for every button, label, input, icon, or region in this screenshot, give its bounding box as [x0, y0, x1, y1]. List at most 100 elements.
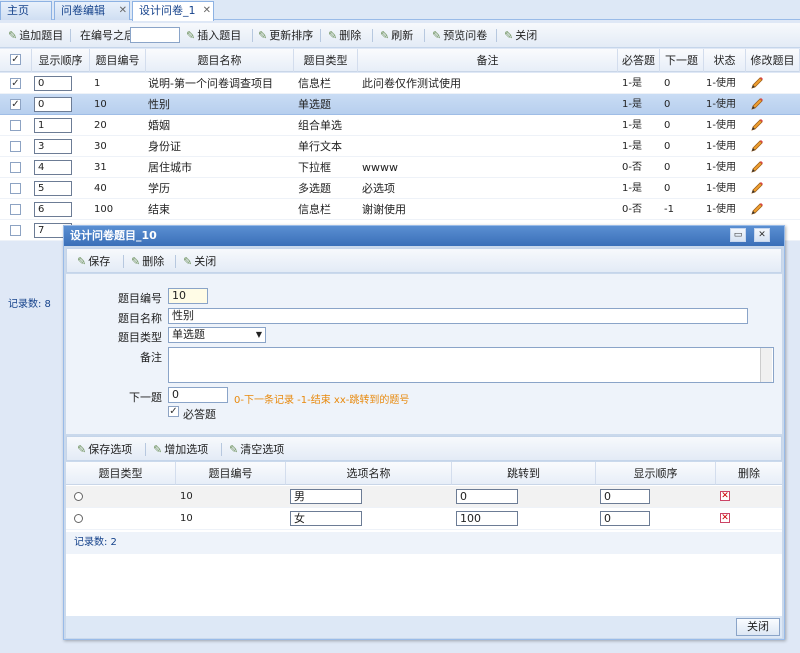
tab-home[interactable]: 主页 — [0, 1, 52, 20]
pencil-icon[interactable] — [750, 75, 764, 91]
cell-next: 0 — [664, 141, 671, 152]
delete-icon[interactable]: ✕ — [720, 491, 730, 501]
note-textarea[interactable] — [168, 347, 774, 383]
cell-num: 1 — [94, 78, 101, 89]
option-radio[interactable] — [74, 514, 83, 523]
header-num[interactable]: 题目编号 — [90, 49, 146, 72]
order-input[interactable]: 0 — [34, 76, 72, 91]
dialog-delete-button[interactable]: ✎ 删除 — [131, 253, 164, 270]
maximize-icon[interactable]: ▭ — [730, 228, 746, 242]
option-jump-input[interactable]: 100 — [456, 511, 518, 526]
dialog-save-button[interactable]: ✎ 保存 — [77, 253, 110, 270]
dialog-close-label: 关闭 — [194, 255, 217, 268]
insert-icon: ✎ — [186, 29, 196, 42]
order-input[interactable]: 4 — [34, 160, 72, 175]
delete-icon: ✎ — [131, 255, 141, 268]
select-all-checkbox[interactable]: ✓ — [10, 54, 21, 65]
table-row[interactable]: ✓ 0 1 说明-第一个问卷调查项目 信息栏 此问卷仅作测试使用 1-是 0 1-使用 — [0, 73, 800, 94]
num-label: 题目编号 — [118, 292, 162, 305]
header-required[interactable]: 必答题 — [618, 49, 660, 72]
dialog-bottom-close-button[interactable]: 关闭 — [736, 618, 780, 636]
dialog-toolbar: ✎ 保存 ✎ 删除 ✎ 关闭 — [66, 248, 782, 273]
pencil-icon[interactable] — [750, 180, 764, 196]
toolbar-divider — [320, 29, 321, 42]
table-row[interactable]: 6 100 结束 信息栏 谢谢使用 0-否 -1 1-使用 — [0, 199, 800, 220]
options-header-delete: 删除 — [716, 462, 782, 485]
option-name-input[interactable]: 男 — [290, 489, 362, 504]
pencil-icon[interactable] — [750, 138, 764, 154]
order-input[interactable]: 0 — [34, 97, 72, 112]
order-input[interactable]: 3 — [34, 139, 72, 154]
required-checkbox[interactable]: ✓ — [168, 406, 179, 417]
preview-label: 预览问卷 — [443, 29, 488, 42]
header-name[interactable]: 题目名称 — [146, 49, 294, 72]
clear-options-button[interactable]: ✎ 清空选项 — [229, 441, 284, 458]
dialog-delete-label: 删除 — [142, 255, 165, 268]
close-icon[interactable]: ✕ — [203, 2, 211, 20]
option-name-input[interactable]: 女 — [290, 511, 362, 526]
cell-type: 下拉框 — [298, 161, 331, 174]
table-row[interactable]: 1 20 婚姻 组合单选 1-是 0 1-使用 — [0, 115, 800, 136]
table-row[interactable]: 4 31 居住城市 下拉框 wwww 0-否 0 1-使用 — [0, 157, 800, 178]
option-jump-input[interactable]: 0 — [456, 489, 518, 504]
cell-type: 多选题 — [298, 182, 331, 195]
pencil-icon[interactable] — [750, 201, 764, 217]
option-radio[interactable] — [74, 492, 83, 501]
num-field[interactable]: 10 — [168, 288, 208, 304]
options-header-name: 选项名称 — [286, 462, 452, 485]
row-checkbox[interactable]: ✓ — [10, 78, 21, 89]
tab-design-questionnaire[interactable]: 设计问卷_1 ✕ — [132, 1, 214, 21]
next-field[interactable]: 0 — [168, 387, 228, 403]
note-scrollbar[interactable] — [760, 348, 772, 382]
order-input[interactable]: 5 — [34, 181, 72, 196]
add-option-button[interactable]: ✎ 增加选项 — [153, 441, 208, 458]
cell-num: 10 — [94, 99, 107, 110]
delete-icon[interactable]: ✕ — [720, 513, 730, 523]
after-number-input[interactable] — [130, 27, 180, 43]
row-checkbox[interactable] — [10, 204, 21, 215]
insert-question-button[interactable]: ✎ 插入题目 — [186, 27, 241, 44]
header-order[interactable]: 显示顺序 — [32, 49, 90, 72]
option-order-input[interactable]: 0 — [600, 489, 650, 504]
option-order-input[interactable]: 0 — [600, 511, 650, 526]
cell-status: 1-使用 — [706, 204, 736, 215]
table-row[interactable]: ✓ 0 10 性别 单选题 1-是 0 1-使用 — [0, 94, 800, 115]
header-status[interactable]: 状态 — [704, 49, 746, 72]
save-options-button[interactable]: ✎ 保存选项 — [77, 441, 132, 458]
cell-next: -1 — [664, 204, 674, 215]
refresh-button[interactable]: ✎ 刷新 — [380, 27, 413, 44]
table-row[interactable]: 3 30 身份证 单行文本 1-是 0 1-使用 — [0, 136, 800, 157]
tab-questionnaire-edit[interactable]: 问卷编辑 ✕ — [54, 1, 130, 20]
pencil-icon[interactable] — [750, 117, 764, 133]
row-checkbox[interactable] — [10, 225, 21, 236]
name-field[interactable]: 性别 — [168, 308, 748, 324]
dialog-close-button[interactable]: ✎ 关闭 — [183, 253, 216, 270]
row-checkbox[interactable] — [10, 120, 21, 131]
header-next[interactable]: 下一题 — [660, 49, 704, 72]
type-select[interactable]: 单选题 ▼ — [168, 327, 266, 343]
option-row[interactable]: 10 男 0 0 ✕ — [66, 486, 782, 508]
toolbar-divider — [145, 443, 146, 456]
close-icon[interactable]: ✕ — [754, 228, 770, 242]
header-type[interactable]: 题目类型 — [294, 49, 358, 72]
preview-button[interactable]: ✎ 预览问卷 — [432, 27, 487, 44]
pencil-icon[interactable] — [750, 159, 764, 175]
cell-type: 信息栏 — [298, 77, 331, 90]
options-header-type: 题目类型 — [66, 462, 176, 485]
row-checkbox[interactable]: ✓ — [10, 99, 21, 110]
row-checkbox[interactable] — [10, 183, 21, 194]
option-row[interactable]: 10 女 100 0 ✕ — [66, 508, 782, 530]
row-checkbox[interactable] — [10, 162, 21, 173]
delete-button[interactable]: ✎ 删除 — [328, 27, 361, 44]
order-input[interactable]: 6 — [34, 202, 72, 217]
close-button[interactable]: ✎ 关闭 — [504, 27, 537, 44]
row-checkbox[interactable] — [10, 141, 21, 152]
header-note[interactable]: 备注 — [358, 49, 618, 72]
pencil-icon[interactable] — [750, 96, 764, 112]
order-input[interactable]: 1 — [34, 118, 72, 133]
after-number-label: 在编号之后 — [80, 29, 135, 42]
close-icon[interactable]: ✕ — [119, 2, 127, 20]
table-row[interactable]: 5 40 学历 多选题 必选项 1-是 0 1-使用 — [0, 178, 800, 199]
add-question-button[interactable]: ✎ 追加题目 — [8, 27, 63, 44]
update-sort-button[interactable]: ✎ 更新排序 — [258, 27, 313, 44]
